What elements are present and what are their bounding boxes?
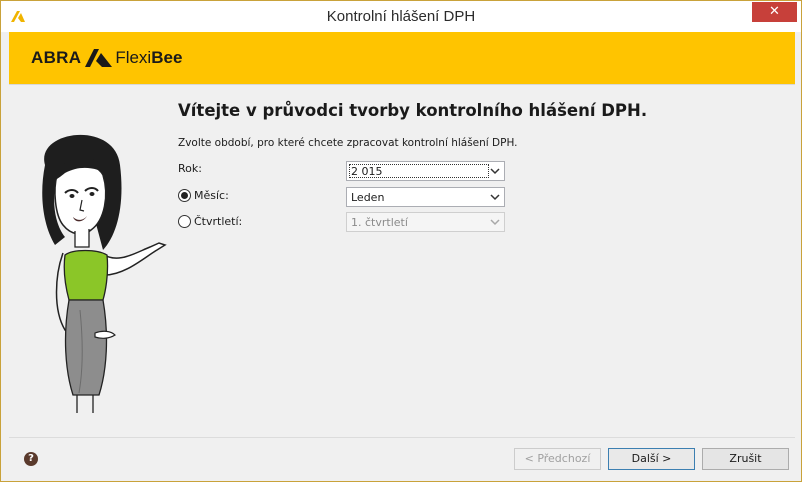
wizard-window: Kontrolní hlášení DPH ✕ ABRA Flexi Bee V… (0, 0, 802, 482)
quarter-label: Čtvrtletí: (194, 215, 243, 228)
month-select[interactable]: Leden (346, 187, 505, 207)
year-select[interactable]: 2 015 (346, 161, 505, 181)
wizard-intro-text: Zvolte období, pro které chcete zpracova… (178, 137, 518, 149)
close-icon: ✕ (769, 4, 780, 19)
abra-flexibee-logo: ABRA Flexi Bee (31, 46, 182, 70)
quarter-select-value: 1. čtvrtletí (351, 216, 408, 229)
focus-rectangle (349, 164, 489, 178)
footer-divider (9, 437, 795, 438)
logo-bee-text: Bee (151, 48, 183, 67)
close-button[interactable]: ✕ (752, 2, 797, 22)
quarter-radio-option[interactable]: Čtvrtletí: (178, 215, 242, 228)
month-label: Měsíc: (194, 189, 229, 202)
mascot-illustration (42, 134, 167, 413)
quarter-select[interactable]: 1. čtvrtletí (346, 212, 505, 232)
cancel-button[interactable]: Zrušit (702, 448, 789, 470)
chevron-down-icon (490, 219, 500, 226)
window-title: Kontrolní hlášení DPH (326, 8, 476, 25)
quarter-radio[interactable] (178, 215, 191, 228)
logo-abra-text: ABRA (31, 48, 82, 67)
title-bar: Kontrolní hlášení DPH ✕ (1, 1, 801, 32)
abra-logo-mark-icon (85, 49, 113, 67)
brand-header: ABRA Flexi Bee (9, 32, 795, 84)
month-select-value: Leden (351, 191, 385, 204)
year-label: Rok: (178, 162, 202, 175)
chevron-down-icon (490, 168, 500, 175)
wizard-content: Vítejte v průvodci tvorby kontrolního hl… (9, 85, 795, 437)
help-icon[interactable]: ? (24, 452, 38, 466)
next-button[interactable]: Další > (608, 448, 695, 470)
month-radio-option[interactable]: Měsíc: (178, 189, 229, 202)
logo-flexi-text: Flexi (115, 48, 152, 67)
wizard-heading: Vítejte v průvodci tvorby kontrolního hl… (178, 101, 648, 120)
month-radio[interactable] (178, 189, 191, 202)
back-button[interactable]: < Předchozí (514, 448, 601, 470)
chevron-down-icon (490, 194, 500, 201)
